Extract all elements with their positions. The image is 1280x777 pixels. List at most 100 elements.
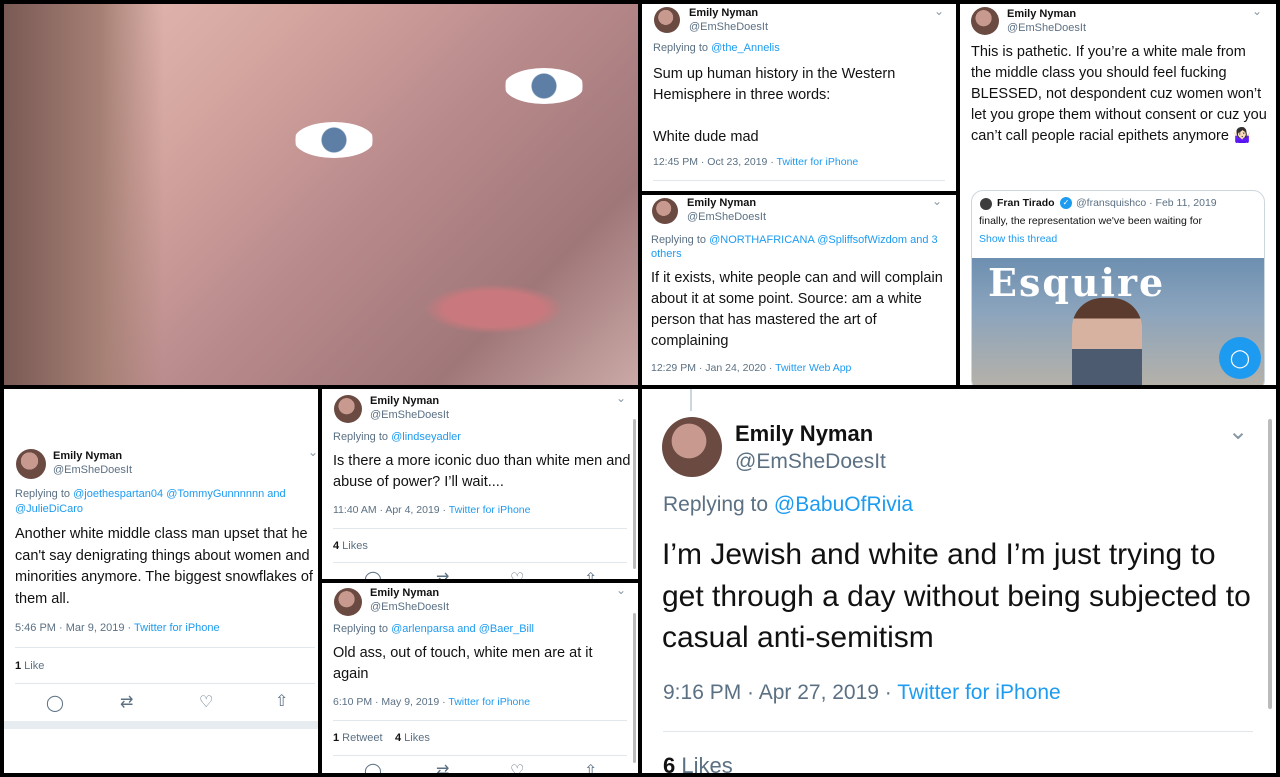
quoted-handle-date[interactable]: @fransquishco · Feb 11, 2019 [1076, 197, 1217, 209]
tweet-time[interactable]: 12:45 PM · Oct 23, 2019 · [653, 156, 777, 168]
avatar[interactable] [662, 417, 722, 477]
tweet-author-name[interactable]: Emily Nyman [689, 7, 758, 19]
avatar[interactable] [652, 198, 678, 224]
profile-photo [4, 4, 638, 385]
replying-prefix: Replying to [653, 42, 712, 54]
tweet-source-link[interactable]: Twitter for iPhone [777, 156, 859, 168]
replying-prefix: Replying to [333, 623, 392, 635]
likes-count[interactable]: 4 Likes [395, 732, 430, 744]
replying-prefix: Replying to [651, 234, 710, 246]
photo-lips [424, 284, 564, 334]
tweet-card-2[interactable]: Emily Nyman @EmShe​DoesIt ⌄ Replying to … [642, 195, 956, 385]
divider [333, 755, 627, 756]
reply-mention-link[interactable]: @lindseyadler [391, 431, 461, 443]
share-icon[interactable]: ⇧ [584, 761, 597, 773]
reply-mention-link[interactable]: @the_Annelis [711, 42, 780, 54]
avatar[interactable] [334, 395, 362, 423]
likes-count[interactable]: 4 Likes [333, 540, 368, 552]
tweet-source-link[interactable]: Twitter for iPhone [448, 696, 530, 708]
avatar[interactable] [334, 588, 362, 616]
retweet-icon[interactable]: ⇄ [436, 569, 449, 579]
reply-icon[interactable]: ◯ [364, 569, 382, 579]
bottom-bar [4, 721, 318, 729]
quoted-avatar[interactable] [980, 198, 992, 210]
tweet-text: Sum up human history in the Western Hemi… [653, 66, 896, 145]
divider [15, 647, 315, 648]
tweet-author-handle[interactable]: @EmShe​DoesIt [687, 211, 766, 223]
share-icon[interactable]: ⇧ [584, 569, 597, 579]
tweet-source-link[interactable]: Twitter for iPhone [134, 622, 220, 634]
tweet-author-handle[interactable]: @EmShe​DoesIt [53, 464, 132, 476]
tweet-card-6[interactable]: Emily Nyman @EmShe​DoesIt ⌄ Replying to … [322, 583, 638, 773]
replying-prefix: Replying to [15, 488, 74, 500]
chevron-down-icon[interactable]: ⌄ [616, 583, 626, 597]
tweet-author-name[interactable]: Emily Nyman [370, 587, 439, 599]
cover-person [1072, 298, 1142, 385]
share-icon[interactable]: ⇧ [275, 691, 288, 711]
tweet-card-4[interactable]: Emily Nyman @EmShe​DoesIt ⌄ Replying to … [4, 389, 318, 773]
avatar[interactable] [16, 449, 46, 479]
chevron-down-icon[interactable]: ⌄ [616, 391, 626, 405]
tweet-source-link[interactable]: Twitter Web App [775, 362, 851, 374]
likes-count[interactable]: 1 Like [15, 660, 44, 672]
tweet-author-name[interactable]: Emily Nyman [735, 421, 873, 447]
reply-icon[interactable]: ◯ [46, 693, 64, 713]
likes-count[interactable]: 6 Likes [663, 753, 733, 773]
tweet-author-name[interactable]: Emily Nyman [687, 197, 756, 209]
reply-icon[interactable]: ◯ [364, 761, 382, 773]
retweets-count[interactable]: 1 Retweet [333, 732, 383, 744]
tweet-time[interactable]: 11:40 AM · Apr 4, 2019 · [333, 504, 449, 516]
tweet-author-name[interactable]: Emily Nyman [1007, 8, 1076, 20]
tweet-card-7[interactable]: Emily Nyman @EmShe​DoesIt ⌄ Replying to … [642, 389, 1276, 773]
tweet-card-5[interactable]: Emily Nyman @EmShe​DoesIt ⌄ Replying to … [322, 389, 638, 579]
heart-icon[interactable]: ♡ [510, 761, 524, 773]
tweet-source-link[interactable]: Twitter for iPhone [897, 681, 1060, 704]
tweet-time[interactable]: 12:29 PM · Jan 24, 2020 · [651, 362, 775, 374]
chevron-down-icon[interactable]: ⌄ [932, 195, 942, 208]
replying-to: Replying to @joethespartan04 @TommyGunnn… [15, 487, 311, 517]
chevron-down-icon[interactable]: ⌄ [1252, 4, 1262, 18]
tweet-text: This is pathetic. If you’re a white male… [971, 44, 1267, 144]
replying-prefix: Replying to [663, 493, 774, 516]
photo-hair [4, 4, 164, 385]
chevron-down-icon[interactable]: ⌄ [934, 4, 944, 18]
tweet-source-link[interactable]: Twitter for iPhone [449, 504, 531, 516]
retweet-icon[interactable]: ⇄ [120, 692, 133, 712]
avatar[interactable] [971, 7, 999, 35]
photo-right-eye [504, 68, 584, 104]
tweet-author-name[interactable]: Emily Nyman [53, 450, 122, 462]
divider [15, 683, 315, 684]
divider [333, 562, 627, 563]
likes-number: 6 [663, 753, 676, 773]
tweet-author-handle[interactable]: @EmShe​DoesIt [735, 450, 886, 474]
chevron-down-icon[interactable]: ⌄ [1228, 417, 1248, 446]
heart-icon[interactable]: ♡ [510, 569, 524, 579]
quoted-author-name[interactable]: Fran Tirado [997, 197, 1055, 209]
heart-icon[interactable]: ♡ [199, 692, 213, 712]
quoted-text: finally, the representation we've been w… [979, 215, 1203, 227]
replying-to: Replying to @the_Annelis [653, 42, 780, 54]
tweet-time[interactable]: 9:16 PM · Apr 27, 2019 · [663, 681, 897, 704]
tweet-text: Is there a more iconic duo than white me… [333, 453, 631, 490]
reply-mention-link[interactable]: @arlenparsa and @Baer_Bill [391, 623, 534, 635]
tweet-author-handle[interactable]: @EmShe​DoesIt [370, 409, 449, 421]
likes-label: Like [21, 660, 45, 672]
avatar[interactable] [654, 7, 680, 33]
scrollbar[interactable] [633, 419, 636, 569]
show-thread-link[interactable]: Show this thread [979, 233, 1057, 245]
tweet-author-handle[interactable]: @EmShe​DoesIt [1007, 22, 1086, 34]
tweet-time[interactable]: 6:10 PM · May 9, 2019 · [333, 696, 448, 708]
retweet-icon[interactable]: ⇄ [436, 761, 449, 773]
tweet-card-1[interactable]: Emily Nyman @EmShe​DoesIt ⌄ Replying to … [642, 4, 956, 191]
tweet-author-name[interactable]: Emily Nyman [370, 395, 439, 407]
tweet-author-handle[interactable]: @EmShe​DoesIt [689, 21, 768, 33]
compose-reply-icon[interactable]: ◯ [1219, 337, 1261, 379]
reply-mention-link[interactable]: @BabuOfRivia [774, 493, 913, 516]
tweet-card-3[interactable]: Emily Nyman @EmShe​DoesIt ⌄ This is path… [960, 4, 1276, 385]
scrollbar[interactable] [1268, 419, 1272, 709]
tweet-time[interactable]: 5:46 PM · Mar 9, 2019 · [15, 622, 134, 634]
scrollbar[interactable] [633, 613, 636, 763]
chevron-down-icon[interactable]: ⌄ [308, 445, 318, 459]
tweet-timestamp: 12:45 PM · Oct 23, 2019 · Twitter for iP… [653, 156, 858, 168]
tweet-author-handle[interactable]: @EmShe​DoesIt [370, 601, 449, 613]
